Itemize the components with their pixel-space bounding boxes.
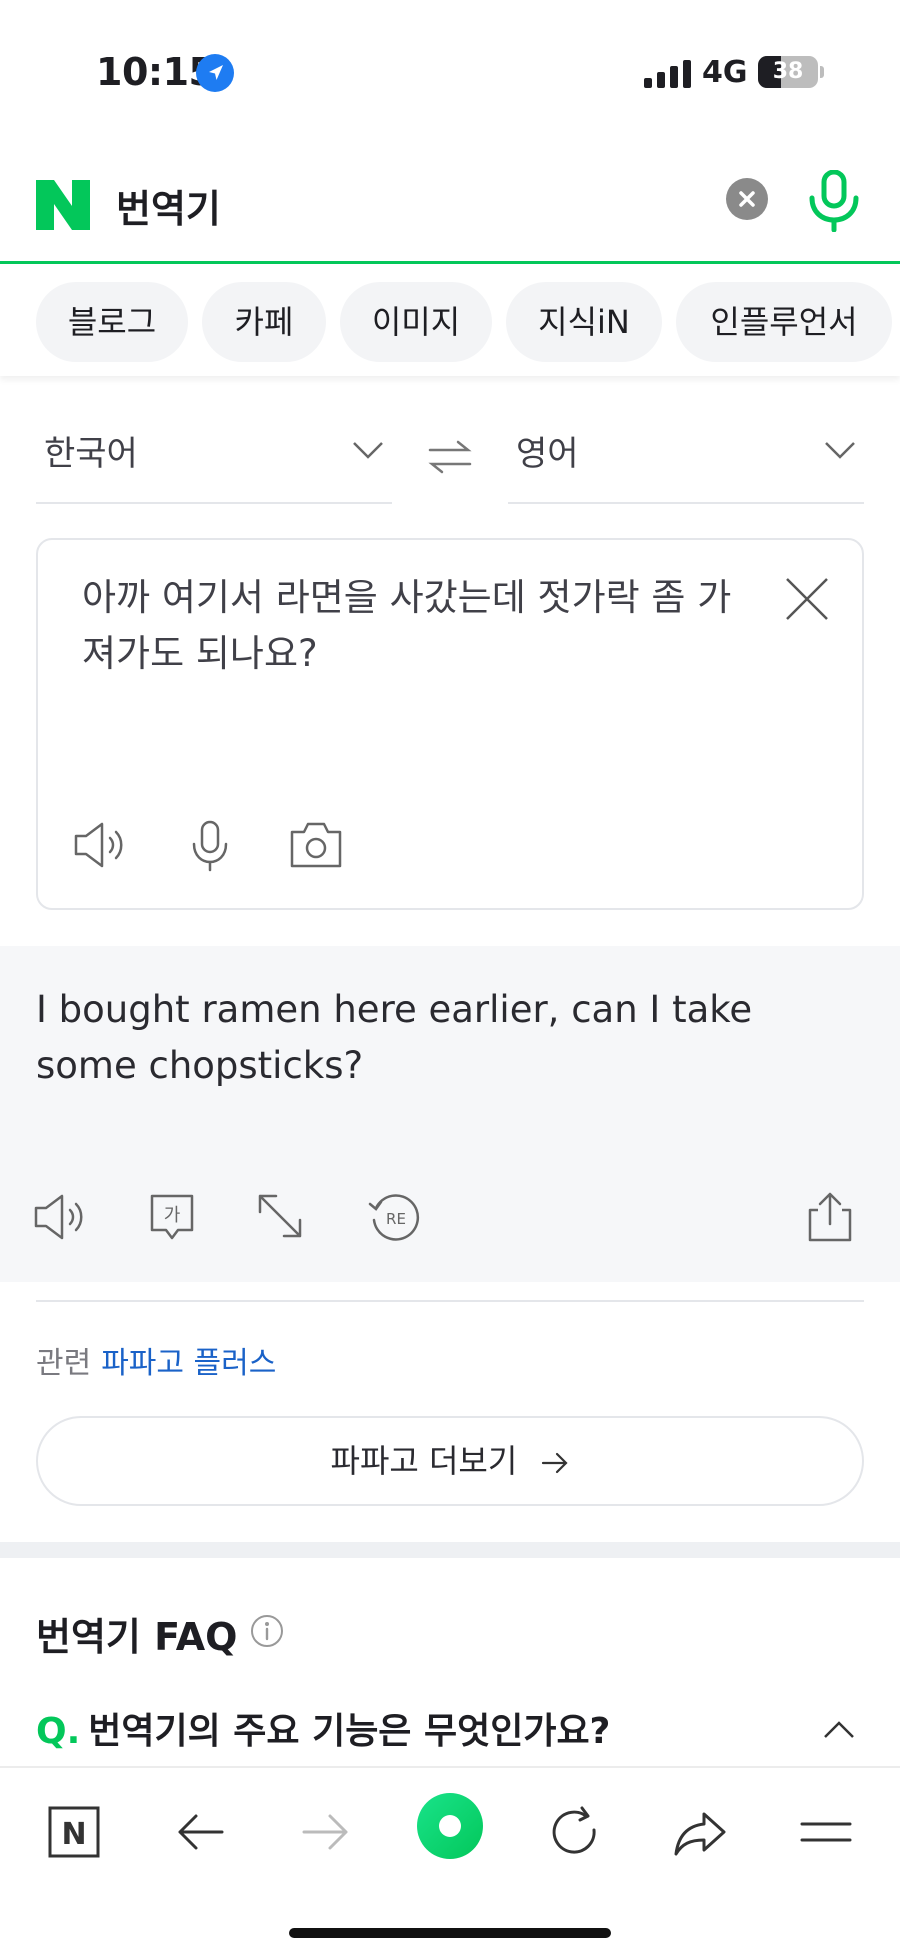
- back-arrow-icon[interactable]: [168, 1800, 232, 1864]
- voice-search-button[interactable]: [806, 170, 862, 232]
- faq-q-mark: Q.: [36, 1711, 81, 1752]
- related-label: 관련: [36, 1346, 92, 1381]
- faq-question[interactable]: Q. 번역기의 주요 기능은 무엇인가요?: [36, 1702, 610, 1754]
- speaker-icon[interactable]: [72, 818, 128, 872]
- clear-circle-icon: [739, 191, 755, 207]
- chip-blog[interactable]: 블로그: [36, 282, 188, 362]
- home-button-label: N: [61, 1817, 86, 1852]
- chevron-down-icon: [353, 442, 383, 459]
- retranslate-icon-label: RE: [386, 1210, 406, 1228]
- battery-tip: [820, 66, 824, 78]
- cellular-signal-icon: [644, 60, 691, 88]
- speaker-icon[interactable]: [32, 1190, 88, 1244]
- menu-icon[interactable]: [794, 1800, 858, 1864]
- chip-kin[interactable]: 지식iN: [506, 282, 662, 362]
- network-type: 4G: [702, 55, 748, 90]
- translation-input-box: 아까 여기서 라면을 사갔는데 젓가락 좀 가져가도 되나요?: [36, 538, 864, 910]
- pronunciation-icon[interactable]: 가: [144, 1190, 200, 1244]
- share-icon[interactable]: [802, 1190, 858, 1244]
- chip-cafe[interactable]: 카페: [202, 282, 326, 362]
- papago-more-button[interactable]: 파파고 더보기: [36, 1416, 864, 1506]
- section-gap: [0, 1542, 900, 1558]
- status-bar: 10:15 4G 38: [0, 0, 900, 140]
- target-language-label: 영어: [516, 434, 579, 474]
- forward-arrow-icon[interactable]: [294, 1800, 358, 1864]
- expand-icon[interactable]: [252, 1190, 308, 1244]
- search-input[interactable]: 번역기: [116, 178, 221, 233]
- papago-plus-link[interactable]: 파파고 플러스: [101, 1346, 276, 1381]
- close-icon[interactable]: [784, 576, 830, 622]
- green-dot-button[interactable]: [416, 1792, 484, 1860]
- source-language-select[interactable]: 한국어: [36, 410, 392, 504]
- source-text-input[interactable]: 아까 여기서 라면을 사갔는데 젓가락 좀 가져가도 되나요?: [82, 570, 742, 682]
- refresh-icon[interactable]: [542, 1800, 606, 1864]
- location-arrow-icon: [196, 54, 234, 92]
- naver-logo[interactable]: [36, 180, 90, 230]
- search-header: 번역기: [0, 140, 900, 264]
- naver-home-button[interactable]: N: [42, 1800, 106, 1864]
- category-chips: 블로그 카페 이미지 지식iN 인플루언서: [0, 266, 900, 376]
- microphone-icon[interactable]: [182, 818, 238, 872]
- faq-title: 번역기 FAQ: [36, 1615, 238, 1659]
- camera-icon[interactable]: [288, 818, 344, 872]
- battery-icon: 38: [758, 56, 818, 88]
- chip-image[interactable]: 이미지: [340, 282, 492, 362]
- faq-question-text: 번역기의 주요 기능은 무엇인가요?: [88, 1711, 611, 1752]
- info-icon[interactable]: [250, 1614, 284, 1648]
- pronunciation-icon-label: 가: [164, 1205, 181, 1226]
- chevron-up-icon[interactable]: [822, 1718, 856, 1740]
- search-clear-button[interactable]: [726, 178, 768, 220]
- papago-more-label: 파파고 더보기: [330, 1442, 518, 1480]
- target-language-select[interactable]: 영어: [508, 410, 864, 504]
- divider: [36, 1300, 864, 1302]
- chip-influencer[interactable]: 인플루언서: [676, 282, 892, 362]
- translation-result: I bought ramen here earlier, can I take …: [0, 946, 900, 1282]
- translated-text: I bought ramen here earlier, can I take …: [36, 988, 753, 1087]
- chevron-down-icon: [825, 442, 855, 459]
- related-services: 관련 파파고 플러스: [36, 1338, 276, 1382]
- swap-languages-button[interactable]: [426, 436, 474, 478]
- retranslate-icon[interactable]: RE: [366, 1190, 422, 1244]
- arrow-right-icon: [542, 1452, 569, 1474]
- source-language-label: 한국어: [44, 434, 138, 474]
- share-arrow-icon[interactable]: [668, 1800, 732, 1864]
- home-indicator: [289, 1928, 611, 1938]
- battery-percent: 38: [772, 59, 804, 84]
